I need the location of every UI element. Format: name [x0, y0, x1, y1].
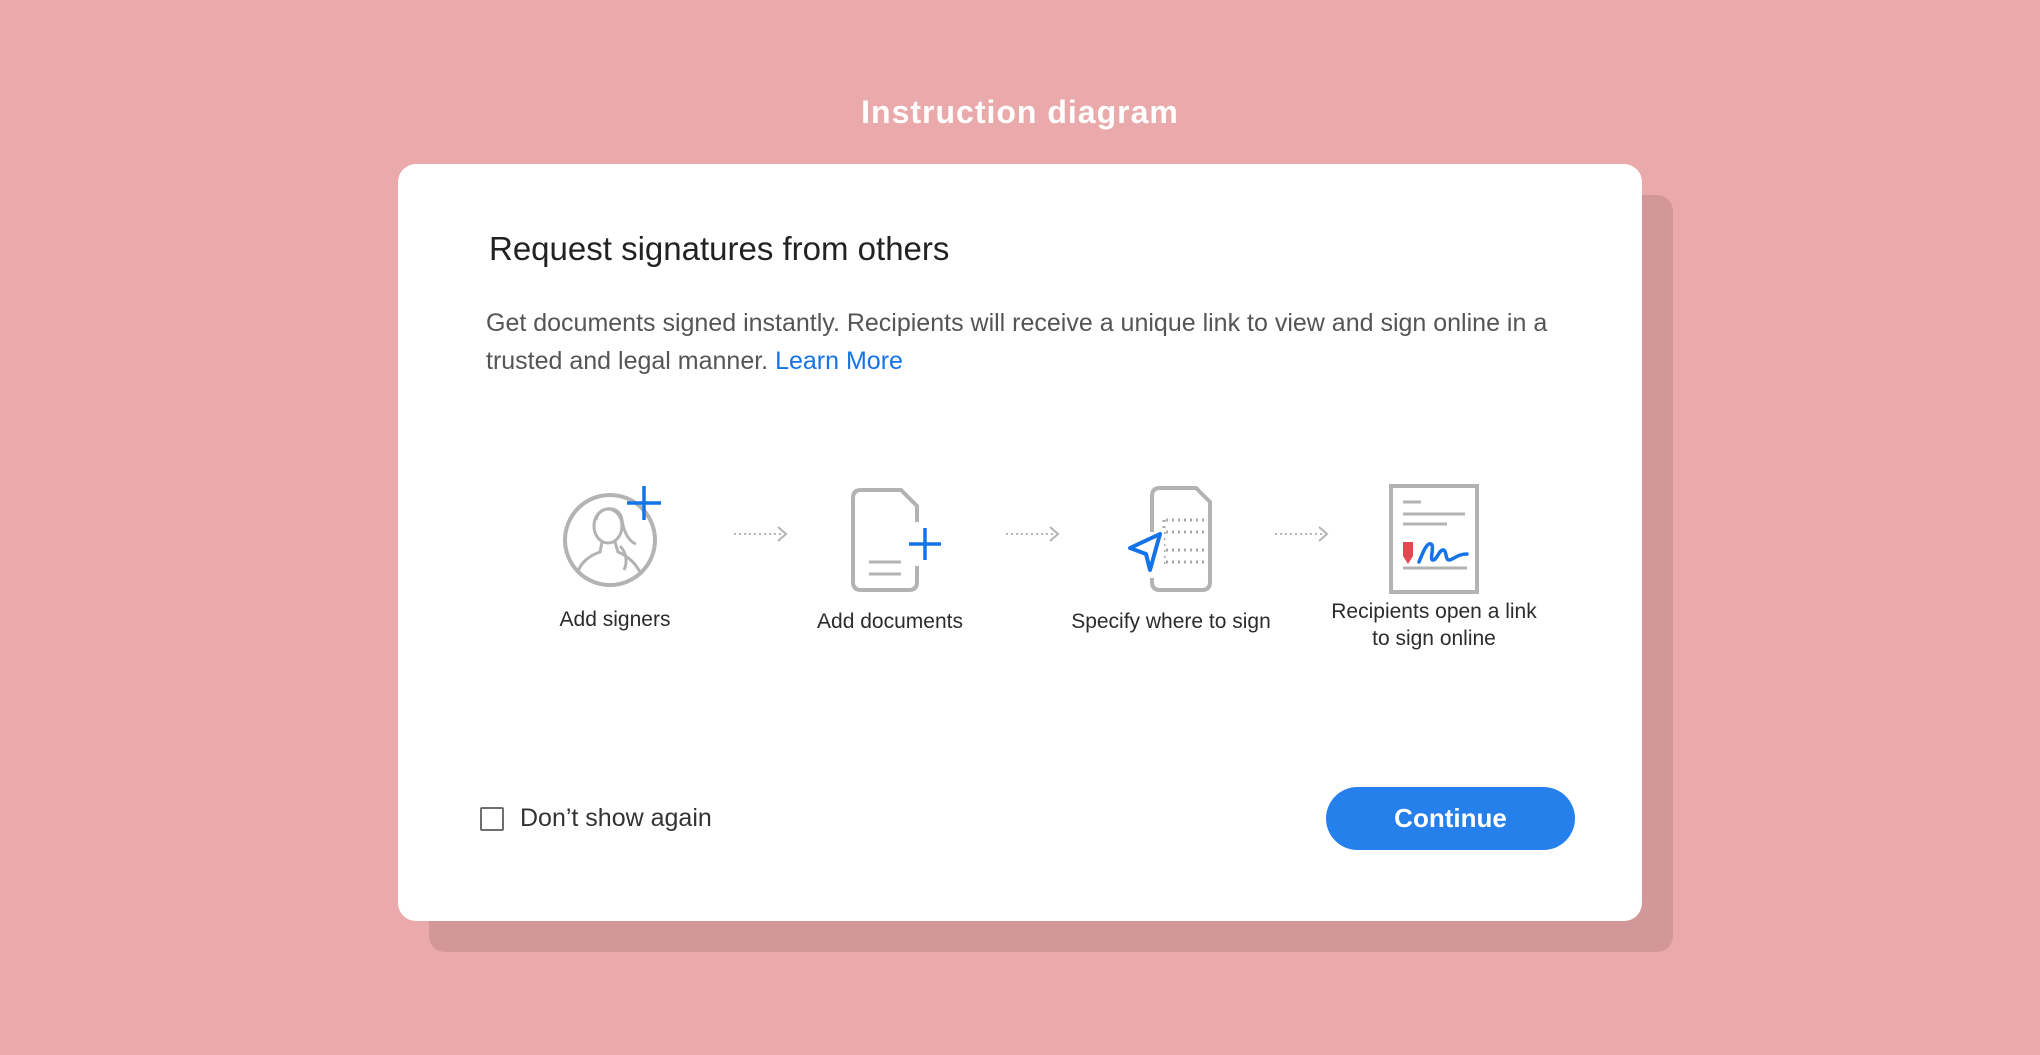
instruction-dialog: Request signatures from others Get docum…: [398, 164, 1642, 921]
step-label: Add documents: [817, 610, 963, 633]
step-label: Specify where to sign: [1071, 610, 1271, 633]
step-recipients-sign-online: Recipients open a link to sign online: [1314, 480, 1554, 652]
dialog-description: Get documents signed instantly. Recipien…: [486, 304, 1556, 380]
learn-more-link[interactable]: Learn More: [775, 347, 903, 375]
step-add-documents: Add documents: [770, 482, 1010, 635]
continue-button[interactable]: Continue: [1326, 787, 1575, 850]
dont-show-again-label: Don’t show again: [520, 804, 712, 832]
description-text: Get documents signed instantly. Recipien…: [486, 309, 1548, 375]
dont-show-again-option[interactable]: Don’t show again: [480, 804, 712, 833]
step-add-signers: Add signers: [495, 482, 735, 633]
signed-document-icon: [1389, 484, 1479, 594]
step-specify-where-to-sign: Specify where to sign: [1051, 482, 1291, 635]
add-signer-icon: [563, 486, 661, 587]
page-heading: Instruction diagram: [861, 94, 1179, 130]
step-label: Recipients open a link to sign online: [1331, 600, 1537, 650]
add-document-icon: [851, 488, 943, 592]
dont-show-again-checkbox[interactable]: [480, 806, 504, 831]
step-label: Add signers: [559, 608, 671, 631]
specify-sign-location-icon: [1124, 486, 1212, 592]
dialog-title: Request signatures from others: [489, 230, 950, 267]
